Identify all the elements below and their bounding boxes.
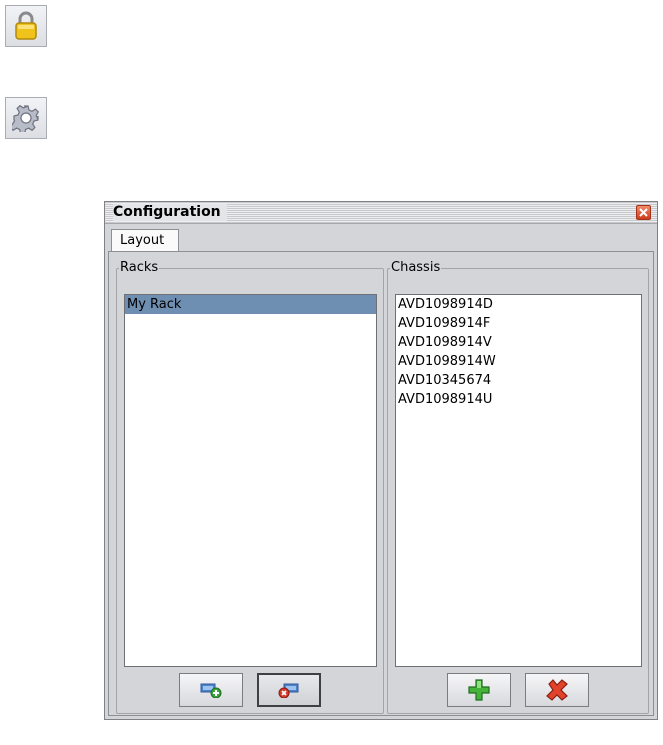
tab-strip: Layout — [111, 229, 657, 253]
list-item[interactable]: AVD1098914F — [396, 314, 641, 333]
add-rack-button[interactable] — [179, 673, 243, 707]
lock-button[interactable] — [5, 5, 47, 47]
delete-chassis-button[interactable] — [525, 673, 589, 707]
chassis-buttons — [388, 673, 648, 707]
racks-legend: Racks — [120, 260, 159, 275]
list-item[interactable]: AVD1098914D — [396, 295, 641, 314]
list-item[interactable]: AVD1098914W — [396, 352, 641, 371]
add-rack-icon — [200, 683, 222, 698]
chassis-list[interactable]: AVD1098914D AVD1098914F AVD1098914V AVD1… — [395, 294, 642, 667]
tab-layout[interactable]: Layout — [111, 229, 179, 253]
racks-group: Racks My Rack — [116, 261, 384, 714]
configuration-dialog: Configuration Layout Racks My Rack Chass… — [104, 201, 658, 720]
close-icon — [639, 208, 648, 217]
close-button[interactable] — [636, 205, 651, 220]
remove-rack-icon — [278, 683, 299, 698]
layout-panel: Racks My Rack Chassis AVD1098914D AVD109… — [108, 251, 654, 716]
chassis-legend: Chassis — [391, 260, 441, 275]
list-item[interactable]: AVD1098914U — [396, 390, 641, 409]
chassis-group: Chassis AVD1098914D AVD1098914F AVD10989… — [387, 261, 649, 714]
lock-icon — [15, 11, 37, 40]
racks-list[interactable]: My Rack — [124, 294, 377, 667]
dialog-title: Configuration — [113, 204, 227, 221]
add-chassis-button[interactable] — [447, 673, 511, 707]
list-item[interactable]: AVD1098914V — [396, 333, 641, 352]
gear-icon — [12, 104, 40, 132]
list-item[interactable]: My Rack — [125, 295, 376, 314]
add-icon — [468, 679, 490, 701]
list-item[interactable]: AVD10345674 — [396, 371, 641, 390]
delete-icon — [546, 679, 568, 701]
title-bar[interactable]: Configuration — [105, 202, 657, 224]
remove-rack-button[interactable] — [257, 673, 321, 707]
racks-buttons — [117, 673, 383, 707]
settings-button[interactable] — [5, 97, 47, 139]
